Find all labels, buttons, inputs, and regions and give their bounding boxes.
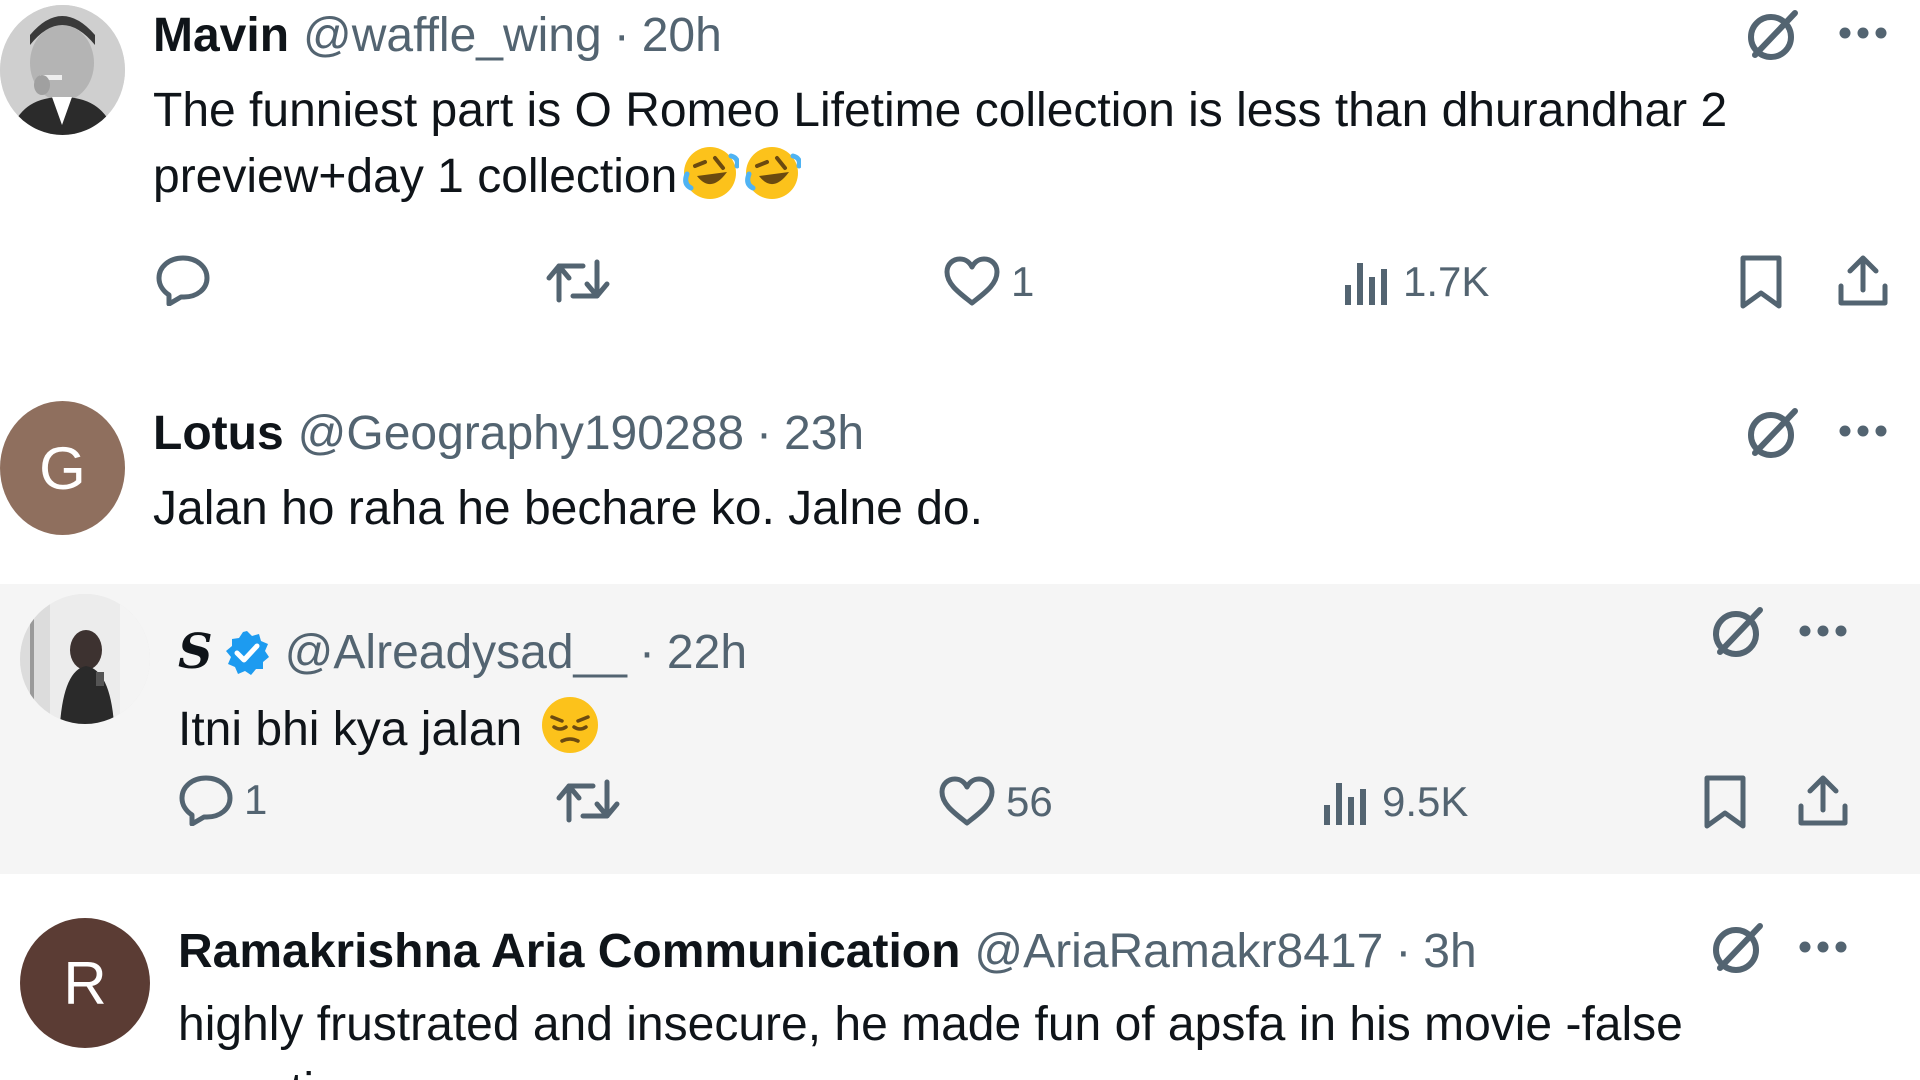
bookmark-icon (1704, 775, 1746, 829)
tweet-lotus[interactable]: G Lotus @Geography190288 · 23h Jalan ho … (0, 366, 1920, 584)
more-options-icon[interactable] (1838, 424, 1888, 438)
tweet-text-line: preview+day 1 collection (153, 150, 678, 203)
rolling-laughing-emoji-icon (743, 144, 803, 220)
more-options-icon[interactable] (1798, 624, 1848, 638)
reply-icon (179, 775, 233, 826)
display-name[interactable]: Lotus (153, 406, 284, 462)
tweet-mavin[interactable]: Mavin @waffle_wing · 20h The funniest pa… (0, 0, 1920, 360)
rolling-laughing-emoji-icon (681, 144, 741, 220)
separator: · (613, 9, 630, 62)
tweet-header: Mavin @waffle_wing · 20h (153, 8, 722, 64)
bar-chart-icon (1324, 783, 1366, 825)
reply-count: 1 (244, 776, 268, 823)
tweet-text-line: narrative (178, 1058, 1683, 1080)
grok-icon[interactable] (1708, 602, 1768, 662)
tweet-header: Lotus @Geography190288 · 23h (153, 406, 864, 462)
more-options-icon[interactable] (1838, 26, 1888, 40)
avatar-letter: R (63, 949, 107, 1017)
timestamp[interactable]: 23h (784, 406, 864, 462)
tweet-text-line: The funniest part is O Romeo Lifetime co… (153, 84, 1728, 137)
separator: · (756, 407, 773, 460)
separator: · (1395, 925, 1412, 978)
like-button[interactable]: 1 (943, 256, 1034, 308)
views-button[interactable]: 1.7K (1343, 258, 1489, 306)
timestamp[interactable]: 22h (667, 625, 747, 681)
tweet-header: S @Alreadysad__ · 22h (178, 624, 747, 681)
bookmark-button[interactable] (1738, 254, 1784, 310)
views-button[interactable]: 9.5K (1322, 778, 1468, 826)
reply-icon (156, 255, 210, 306)
like-button[interactable]: 56 (938, 776, 1053, 828)
more-options-icon[interactable] (1798, 940, 1848, 954)
view-count: 1.7K (1403, 258, 1490, 305)
share-button[interactable] (1796, 774, 1850, 828)
bookmark-button[interactable] (1702, 774, 1748, 830)
user-handle[interactable]: @AriaRamakr8417 (974, 924, 1383, 980)
display-name[interactable]: Ramakrishna Aria Communication (178, 924, 960, 980)
user-handle[interactable]: @Alreadysad__ (285, 625, 627, 681)
grok-icon[interactable] (1708, 918, 1768, 978)
tweet-text-line: Itni bhi kya jalan (178, 703, 523, 756)
grok-icon[interactable] (1743, 5, 1803, 65)
tweet-text-line: highly frustrated and insecure, he made … (178, 998, 1683, 1051)
like-count: 1 (1011, 258, 1035, 305)
view-count: 9.5K (1382, 778, 1469, 825)
repost-icon (546, 259, 610, 303)
tweet-text-line: Jalan ho raha he bechare ko. Jalne do. (153, 482, 983, 535)
tweet-text-line-wrap: preview+day 1 collection (153, 144, 1727, 220)
heart-icon (944, 256, 1000, 306)
tweet-text-line-wrap: Itni bhi kya jalan (178, 695, 600, 773)
avatar[interactable] (0, 5, 125, 135)
like-count: 56 (1006, 778, 1053, 825)
share-icon (1838, 255, 1888, 306)
heart-icon (939, 776, 995, 826)
user-handle[interactable]: @waffle_wing (303, 8, 602, 64)
timestamp[interactable]: 20h (642, 8, 722, 64)
separator: · (638, 626, 655, 679)
verified-badge-icon (223, 629, 271, 677)
tweet-ramakrishna[interactable]: R Ramakrishna Aria Communication @AriaRa… (0, 874, 1920, 1080)
display-name[interactable]: S (178, 624, 213, 680)
tweet-text: Itni bhi kya jalan (178, 695, 600, 773)
bar-chart-icon (1345, 263, 1387, 305)
repost-button[interactable] (555, 776, 631, 826)
share-icon (1798, 775, 1848, 826)
timestamp[interactable]: 3h (1423, 924, 1476, 980)
avatar[interactable] (20, 594, 150, 724)
avatar[interactable]: R (20, 918, 150, 1048)
user-handle[interactable]: @Geography190288 (298, 406, 744, 462)
grok-icon[interactable] (1743, 403, 1803, 463)
tweet-text: highly frustrated and insecure, he made … (178, 992, 1683, 1080)
share-button[interactable] (1836, 254, 1890, 308)
avatar[interactable]: G (0, 401, 125, 535)
tweet-text: The funniest part is O Romeo Lifetime co… (153, 78, 1727, 220)
reply-button[interactable]: 1 (178, 774, 267, 826)
reply-feed: Mavin @waffle_wing · 20h The funniest pa… (0, 0, 1920, 1080)
avatar-letter: G (39, 434, 86, 502)
pensive-face-emoji-icon (540, 695, 600, 773)
display-name[interactable]: Mavin (153, 8, 289, 64)
repost-button[interactable] (545, 256, 621, 306)
repost-icon (556, 779, 620, 823)
tweet-text: Jalan ho raha he bechare ko. Jalne do. (153, 476, 983, 542)
woman-selfie-photo-icon (20, 594, 150, 724)
reply-button[interactable] (155, 254, 221, 306)
bookmark-icon (1740, 255, 1782, 309)
man-smoking-photo-icon (0, 5, 125, 135)
tweet-s[interactable]: S @Alreadysad__ · 22h Itni bhi kya jalan… (0, 584, 1920, 874)
tweet-header: Ramakrishna Aria Communication @AriaRama… (178, 924, 1477, 980)
